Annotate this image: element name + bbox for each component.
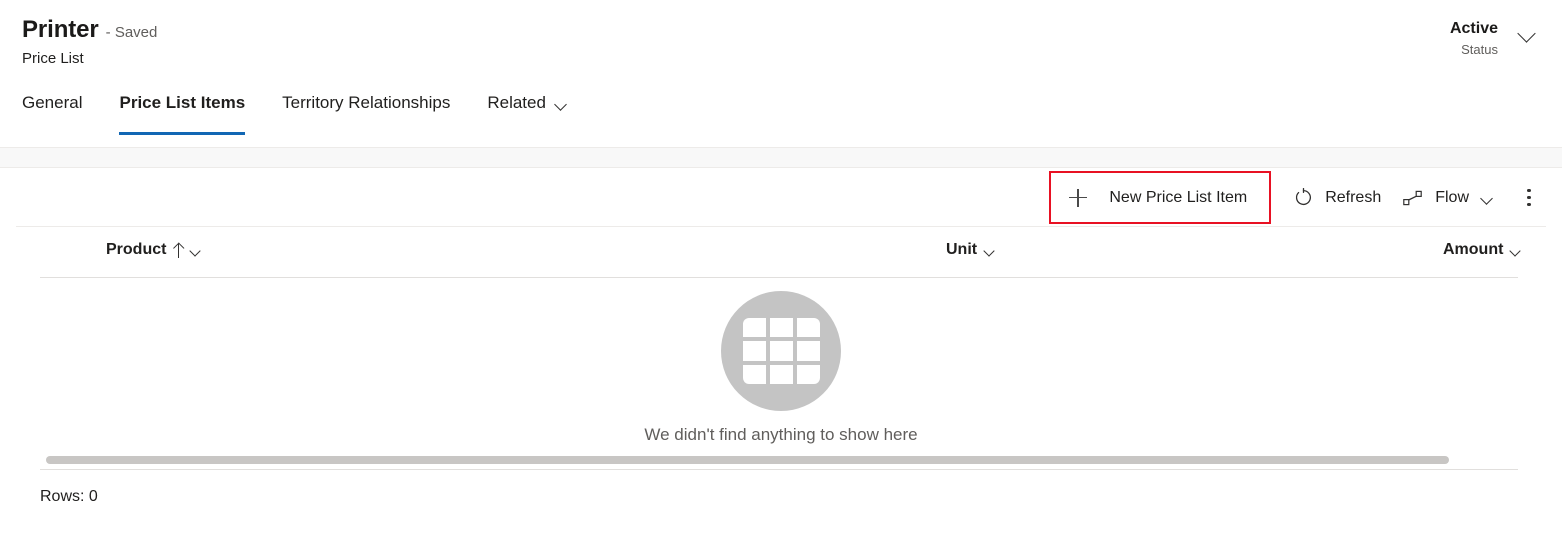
title-row: Printer - Saved: [22, 16, 157, 44]
status-badge[interactable]: Active: [1450, 18, 1498, 39]
sort-ascending-icon: [173, 243, 183, 258]
record-header: Printer - Saved Price List Active Status…: [0, 0, 1562, 147]
column-header-unit[interactable]: Unit: [946, 241, 996, 259]
new-price-list-item-button[interactable]: New Price List Item: [1049, 171, 1272, 224]
grid-table-icon: [721, 291, 841, 411]
column-header-label: Unit: [946, 241, 978, 258]
tab-general[interactable]: General: [22, 92, 82, 114]
status-field-label: Status: [1461, 42, 1498, 57]
column-header-amount[interactable]: Amount: [1443, 241, 1522, 259]
column-header-label: Amount: [1443, 241, 1504, 258]
saved-state-label: - Saved: [105, 24, 158, 41]
title-block: Printer - Saved Price List: [22, 16, 157, 68]
grid-table-icon-cells: [742, 317, 820, 385]
tab-territory-relationships[interactable]: Territory Relationships: [282, 92, 450, 114]
page-title: Printer: [22, 16, 99, 43]
flow-icon: [1403, 190, 1423, 206]
tab-label: General: [22, 93, 83, 112]
grid-header-row: Product Unit Amount: [0, 227, 1562, 277]
chevron-down-icon[interactable]: [190, 247, 202, 255]
tab-related[interactable]: Related: [487, 92, 568, 114]
more-vertical-icon: [1527, 188, 1531, 207]
more-commands-button[interactable]: [1512, 178, 1546, 218]
grid-header-divider: [40, 277, 1518, 278]
chevron-down-icon: [555, 100, 568, 109]
tab-price-list-items[interactable]: Price List Items: [119, 92, 246, 135]
empty-state: We didn't find anything to show here: [0, 291, 1562, 446]
chevron-down-icon[interactable]: [984, 247, 996, 255]
status-block: Active Status: [1450, 18, 1538, 59]
flow-label: Flow: [1435, 188, 1469, 206]
chevron-down-icon[interactable]: [1516, 27, 1538, 39]
refresh-button[interactable]: Refresh: [1283, 178, 1392, 218]
refresh-icon: [1294, 188, 1313, 207]
chevron-down-icon: [1481, 194, 1495, 202]
column-header-label: Product: [106, 241, 167, 258]
tab-label: Related: [487, 93, 546, 112]
tabstrip: General Price List Items Territory Relat…: [0, 92, 605, 140]
empty-state-message: We didn't find anything to show here: [644, 425, 918, 444]
flow-button[interactable]: Flow: [1392, 178, 1506, 218]
grid-footer-divider: [40, 469, 1518, 470]
entity-name-label: Price List: [22, 50, 84, 67]
refresh-label: Refresh: [1325, 188, 1382, 206]
plus-icon: [1069, 188, 1088, 207]
command-bar: New Price List Item Refresh Flow: [0, 169, 1562, 226]
tab-label: Territory Relationships: [282, 93, 451, 112]
header-separator-band: [0, 147, 1562, 168]
scrollbar-thumb[interactable]: [46, 456, 1449, 464]
chevron-down-icon[interactable]: [1510, 247, 1522, 255]
horizontal-scrollbar[interactable]: [40, 455, 1518, 465]
price-list-items-grid: Product Unit Amount We didn't find anyth…: [0, 227, 1562, 533]
new-price-list-item-label: New Price List Item: [1109, 188, 1248, 206]
row-count-label: Rows: 0: [40, 488, 98, 505]
tab-label: Price List Items: [119, 93, 246, 112]
column-header-product[interactable]: Product: [106, 241, 202, 259]
status-values: Active Status: [1450, 18, 1498, 59]
